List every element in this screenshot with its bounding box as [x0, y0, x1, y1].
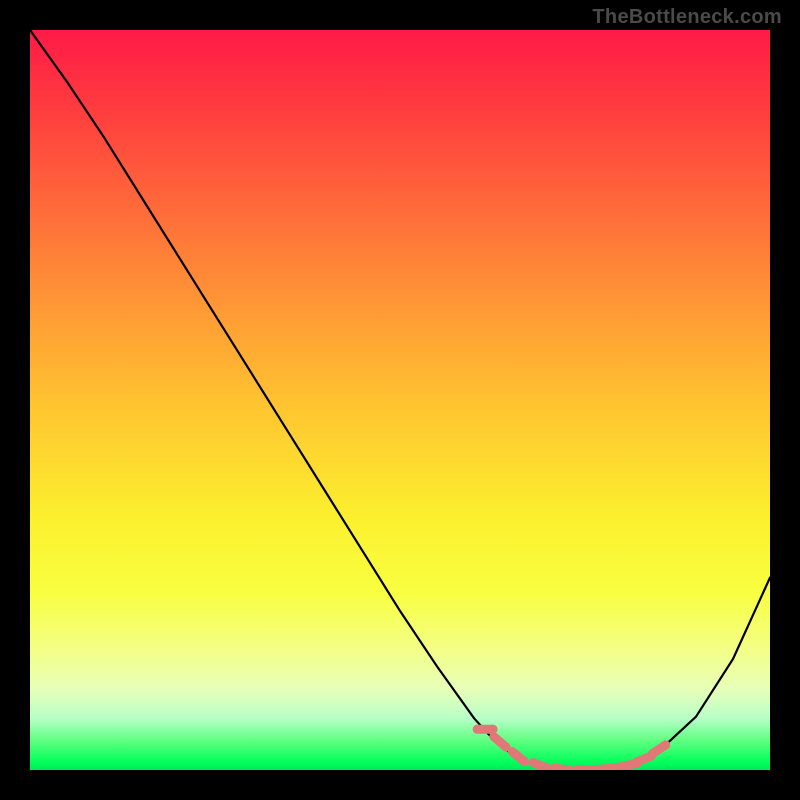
bottleneck-curve-line	[30, 30, 770, 770]
chart-container: TheBottleneck.com	[0, 0, 800, 800]
highlight-dash	[533, 763, 548, 769]
highlight-dash	[555, 768, 571, 770]
chart-svg	[30, 30, 770, 770]
highlight-dash	[512, 752, 525, 762]
highlight-dash	[494, 737, 506, 747]
highlight-dash	[652, 745, 665, 754]
plot-area	[30, 30, 770, 770]
attribution-text: TheBottleneck.com	[592, 6, 782, 29]
highlight-dots-group	[477, 729, 666, 770]
